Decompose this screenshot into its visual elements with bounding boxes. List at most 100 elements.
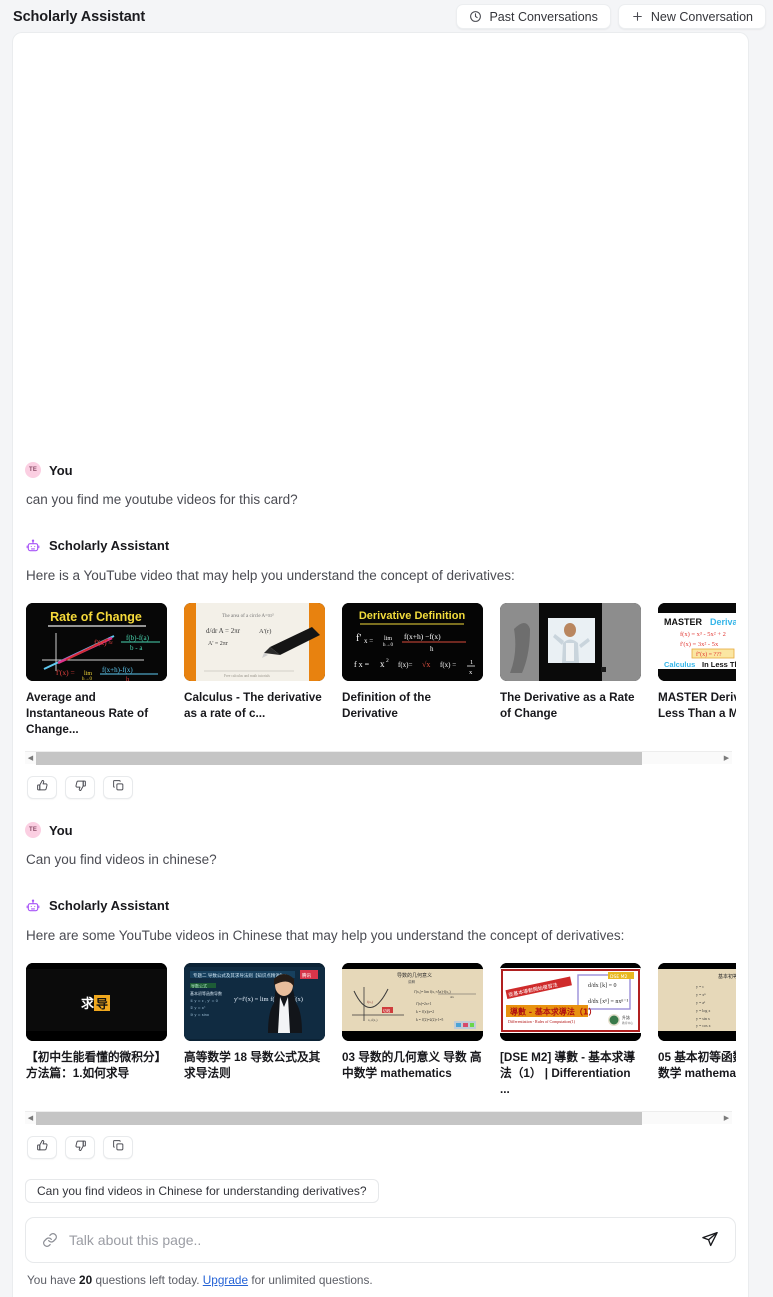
svg-text:③ y = sinx: ③ y = sinx xyxy=(190,1013,210,1017)
message-user-2: TE You Can you find videos in chinese? xyxy=(25,820,736,870)
message-input-container[interactable] xyxy=(25,1217,736,1263)
svg-text:b - a: b - a xyxy=(130,644,143,652)
plus-icon xyxy=(631,10,644,23)
svg-text:腾讯: 腾讯 xyxy=(302,972,311,979)
video-carousel-track[interactable]: 求 导 【初中生能看懂的微积分】方法篇：1.如何求导 专题二 导数公式及其求导法… xyxy=(25,963,736,1098)
video-card[interactable]: The Derivative as a Rate of Change xyxy=(500,603,641,738)
message-text: Here is a YouTube video that may help yo… xyxy=(26,567,515,583)
svg-text:y = aˣ: y = aˣ xyxy=(696,1000,706,1005)
scroll-left-arrow[interactable]: ◀ xyxy=(25,1112,36,1125)
thumbs-up-icon xyxy=(36,779,49,797)
video-card[interactable]: 专题二 导数公式及其求导法则【知识点精讲】 腾讯 导数公式 基本初等函数导数 ①… xyxy=(184,963,325,1098)
quota-status: You have 20 questions left today. Upgrad… xyxy=(25,1273,736,1287)
quota-prefix: You have xyxy=(27,1273,80,1287)
svg-text:Δx: Δx xyxy=(450,995,454,999)
scroll-right-arrow[interactable]: ▶ xyxy=(721,752,732,765)
video-title: 03 导数的几何意义 导数 高中数学 mathematics xyxy=(342,1051,482,1081)
video-carousel-track[interactable]: Rate of Change f'(x) ≈ f(b)-f(a) b - a f… xyxy=(25,603,736,738)
svg-text:f''(x) = ???: f''(x) = ??? xyxy=(696,651,722,658)
scrollbar-track[interactable] xyxy=(36,751,721,765)
scrollbar-thumb[interactable] xyxy=(36,1111,643,1125)
svg-text:切线: 切线 xyxy=(383,1008,391,1013)
svg-text:f(b)-f(a): f(b)-f(a) xyxy=(126,634,150,642)
past-conversations-button[interactable]: Past Conversations xyxy=(456,4,611,29)
svg-text:x: x xyxy=(380,659,385,669)
svg-text:基本初等函数导数: 基本初等函数导数 xyxy=(718,973,736,980)
svg-text:y = xⁿ: y = xⁿ xyxy=(696,992,706,997)
svg-text:y = sin x: y = sin x xyxy=(696,1016,710,1021)
video-card[interactable]: 基本初等函数导数 y = c y = xⁿ y = aˣ y = log x y… xyxy=(658,963,736,1098)
svg-text:① y = c , y' = 0: ① y = c , y' = 0 xyxy=(190,999,219,1003)
copy-button[interactable] xyxy=(103,776,133,800)
svg-text:f'(x) = 3x² - 5x: f'(x) = 3x² - 5x xyxy=(680,641,719,648)
carousel-scrollbar[interactable]: ◀ ▶ xyxy=(25,1111,732,1125)
video-thumbnail: 导数的几何意义 讲解 f(x₀) 切线 x₀,f(x₀) f'(x₀)= lim… xyxy=(342,963,483,1042)
feedback-row xyxy=(25,1136,736,1160)
svg-text:Derivative Definition: Derivative Definition xyxy=(359,610,466,622)
svg-text:导: 导 xyxy=(96,996,108,1011)
video-carousel-1: Rate of Change f'(x) ≈ f(b)-f(a) b - a f… xyxy=(25,603,736,765)
send-button[interactable] xyxy=(693,1223,727,1257)
svg-text:② y = xⁿ: ② y = xⁿ xyxy=(190,1006,206,1010)
message-author: Scholarly Assistant xyxy=(49,898,170,914)
video-card[interactable]: The area of a circle A=πr² d/dr A = 2πr … xyxy=(184,603,325,738)
scrollbar-track[interactable] xyxy=(36,1111,721,1125)
app-header: Scholarly Assistant Past Conversations N… xyxy=(0,0,773,33)
svg-text:教育中心: 教育中心 xyxy=(622,1021,633,1025)
message-assistant-2: Scholarly Assistant Here are some YouTub… xyxy=(25,896,736,1160)
carousel-scrollbar[interactable]: ◀ ▶ xyxy=(25,751,732,765)
svg-text:In Less Than: In Less Than xyxy=(702,660,736,669)
svg-text:A' = 2πr: A' = 2πr xyxy=(208,641,228,647)
past-conversations-label: Past Conversations xyxy=(489,9,598,24)
thumbs-down-button[interactable] xyxy=(65,1136,95,1160)
message-header: TE You xyxy=(25,460,736,480)
svg-text:升誌: 升誌 xyxy=(622,1014,630,1020)
svg-text:Differentiation - Rules of Com: Differentiation - Rules of Computation(1… xyxy=(508,1019,576,1024)
avatar: TE xyxy=(25,822,41,839)
scrollbar-thumb[interactable] xyxy=(36,751,643,765)
page-title: Scholarly Assistant xyxy=(13,8,146,25)
conversation-panel: TE You can you find me youtube videos fo… xyxy=(13,33,748,1297)
thumbs-down-button[interactable] xyxy=(65,776,95,800)
thumbs-up-button[interactable] xyxy=(27,776,57,800)
svg-text:f': f' xyxy=(356,633,361,644)
suggestion-chip[interactable]: Can you find videos in Chinese for under… xyxy=(25,1179,379,1203)
svg-text:f(x₀): f(x₀) xyxy=(367,1000,373,1004)
video-title: [DSE M2] 導數 - 基本求導法（1） | Differentiation… xyxy=(500,1051,636,1097)
svg-text:h→0: h→0 xyxy=(383,643,394,648)
new-conversation-button[interactable]: New Conversation xyxy=(617,4,766,29)
video-thumbnail: Derivative Definition f' x = lim h→0 f(x… xyxy=(342,603,483,682)
message-text: can you find me youtube videos for this … xyxy=(26,492,298,507)
message-user-1: TE You can you find me youtube videos fo… xyxy=(25,460,736,510)
svg-text:DSE M2: DSE M2 xyxy=(610,974,627,980)
svg-text:A'(r): A'(r) xyxy=(259,628,271,635)
svg-text:导数的几何意义: 导数的几何意义 xyxy=(397,972,432,979)
video-thumbnail: 基本初等函数导数 y = c y = xⁿ y = aˣ y = log x y… xyxy=(658,963,736,1042)
new-conversation-label: New Conversation xyxy=(650,9,753,24)
video-card[interactable]: Rate of Change f'(x) ≈ f(b)-f(a) b - a f… xyxy=(26,603,167,738)
message-assistant-1: Scholarly Assistant Here is a YouTube vi… xyxy=(25,536,736,800)
message-thread: TE You can you find me youtube videos fo… xyxy=(13,33,748,1175)
message-text: Can you find videos in chinese? xyxy=(26,852,217,868)
message-input[interactable] xyxy=(58,1232,693,1248)
video-card[interactable]: d/dx [k] = 0 d/dx [xⁿ] = nxⁿ⁻¹ DSE M2 從基… xyxy=(500,963,641,1098)
video-card[interactable]: 求 导 【初中生能看懂的微积分】方法篇：1.如何求导 xyxy=(26,963,167,1098)
video-card[interactable]: Derivative Definition f' x = lim h→0 f(x… xyxy=(342,603,483,738)
video-thumbnail: 求 导 xyxy=(26,963,167,1042)
scroll-right-arrow[interactable]: ▶ xyxy=(721,1112,732,1125)
video-card[interactable]: MASTER Derivatives f(x) = x³ - 5x² + 2 f… xyxy=(658,603,736,738)
svg-text:y = cos x: y = cos x xyxy=(696,1023,711,1028)
svg-text:The area of a circle A=πr²: The area of a circle A=πr² xyxy=(222,613,274,619)
feedback-row xyxy=(25,776,736,800)
avatar: TE xyxy=(25,462,41,478)
upgrade-link[interactable]: Upgrade xyxy=(203,1273,248,1287)
message-header: Scholarly Assistant xyxy=(25,536,736,556)
copy-button[interactable] xyxy=(103,1136,133,1160)
quota-count: 20 xyxy=(79,1273,93,1287)
video-card[interactable]: 导数的几何意义 讲解 f(x₀) 切线 x₀,f(x₀) f'(x₀)= lim… xyxy=(342,963,483,1098)
video-thumbnail: d/dx [k] = 0 d/dx [xⁿ] = nxⁿ⁻¹ DSE M2 從基… xyxy=(500,963,641,1042)
thumbs-up-button[interactable] xyxy=(27,1136,57,1160)
thumbs-down-icon xyxy=(74,1139,87,1157)
scroll-left-arrow[interactable]: ◀ xyxy=(25,752,36,765)
video-title: Average and Instantaneous Rate of Change… xyxy=(26,691,149,737)
